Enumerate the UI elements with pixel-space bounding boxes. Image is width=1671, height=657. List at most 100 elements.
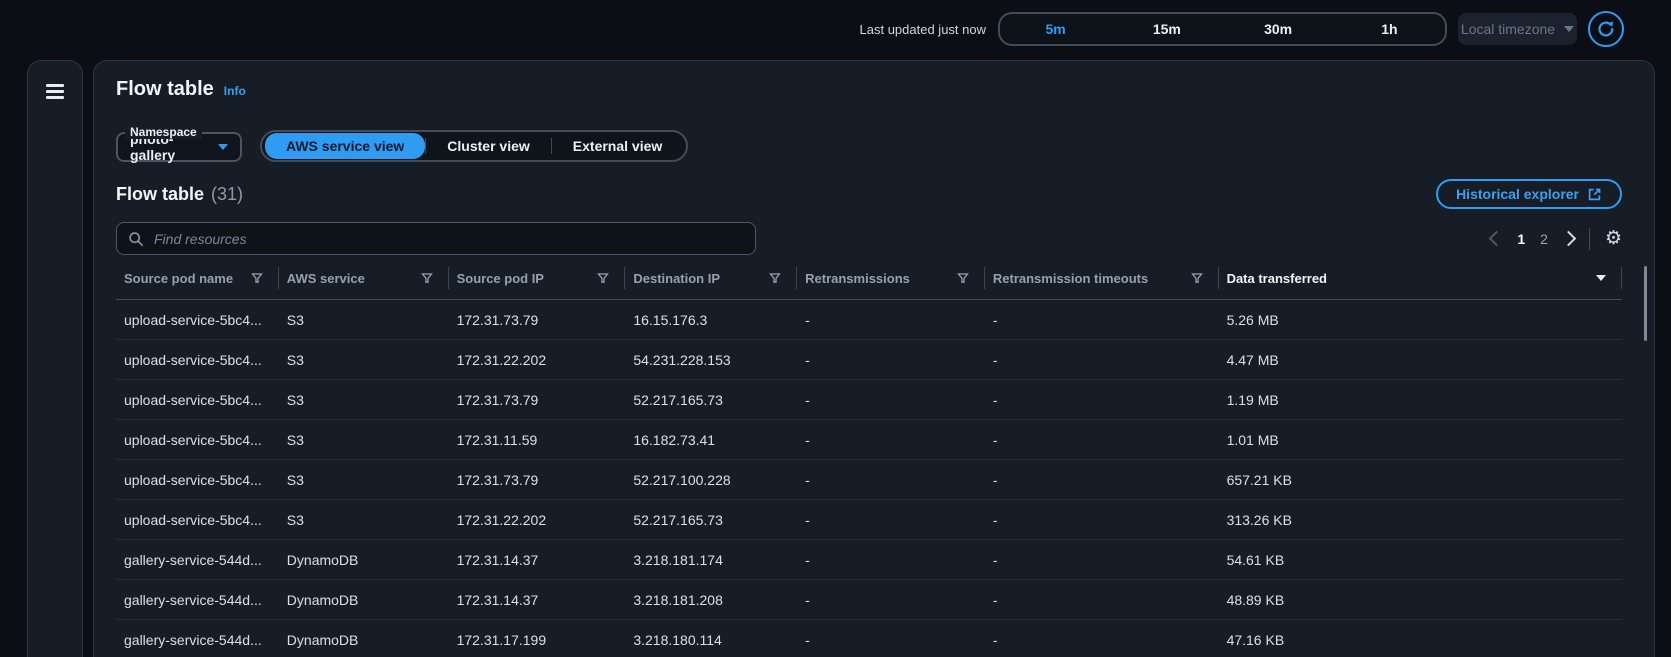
chevron-down-icon: [218, 144, 228, 150]
cell-source-pod-name: upload-service-5bc4...: [116, 392, 279, 408]
table-row[interactable]: gallery-service-544d...DynamoDB172.31.17…: [116, 620, 1622, 657]
table-row[interactable]: upload-service-5bc4...S3172.31.73.7952.2…: [116, 460, 1622, 500]
time-range-1h[interactable]: 1h: [1334, 14, 1445, 44]
column-header-aws-service[interactable]: AWS service: [279, 257, 449, 299]
cell-aws-service: S3: [279, 472, 449, 488]
cell-destination-ip: 52.217.165.73: [625, 512, 797, 528]
cell-retransmissions: -: [797, 352, 985, 368]
cell-retransmission-timeouts: -: [985, 312, 1219, 328]
flow-table-panel: Flow table Info Namespace photo-gallery …: [93, 60, 1655, 657]
cell-source-pod-name: upload-service-5bc4...: [116, 472, 279, 488]
table-row[interactable]: upload-service-5bc4...S3172.31.22.20254.…: [116, 340, 1622, 380]
page-1[interactable]: 1: [1517, 231, 1525, 247]
cell-retransmissions: -: [797, 592, 985, 608]
cell-source-pod-name: upload-service-5bc4...: [116, 312, 279, 328]
cell-source-pod-ip: 172.31.14.37: [449, 552, 626, 568]
refresh-icon: [1596, 19, 1616, 39]
cell-source-pod-name: gallery-service-544d...: [116, 592, 279, 608]
cell-source-pod-name: gallery-service-544d...: [116, 632, 279, 648]
historical-explorer-button[interactable]: Historical explorer: [1436, 179, 1622, 209]
cell-aws-service: S3: [279, 392, 449, 408]
table-row[interactable]: gallery-service-544d...DynamoDB172.31.14…: [116, 540, 1622, 580]
column-header-source-pod-ip[interactable]: Source pod IP: [449, 257, 626, 299]
time-range-30m[interactable]: 30m: [1223, 14, 1334, 44]
cell-aws-service: S3: [279, 312, 449, 328]
cell-destination-ip: 3.218.180.114: [625, 632, 797, 648]
menu-bar: [46, 90, 64, 93]
cell-retransmission-timeouts: -: [985, 632, 1219, 648]
panel-header: Flow table Info: [116, 78, 1622, 101]
column-header-destination-ip[interactable]: Destination IP: [625, 257, 797, 299]
view-tab-cluster-view[interactable]: Cluster view: [426, 134, 550, 158]
filter-icon: [597, 272, 609, 284]
previous-page-icon[interactable]: [1489, 231, 1505, 247]
page-numbers: 12: [1517, 231, 1548, 247]
search-input[interactable]: [152, 222, 755, 255]
controls-row: Namespace photo-gallery AWS service view…: [116, 128, 1622, 162]
column-header-data-transferred[interactable]: Data transferred: [1219, 257, 1622, 299]
time-range-15m[interactable]: 15m: [1111, 14, 1222, 44]
view-tab-external-view[interactable]: External view: [552, 134, 684, 158]
cell-source-pod-ip: 172.31.73.79: [449, 472, 626, 488]
cell-source-pod-name: upload-service-5bc4...: [116, 512, 279, 528]
table-row[interactable]: upload-service-5bc4...S3172.31.11.5916.1…: [116, 420, 1622, 460]
cell-source-pod-ip: 172.31.17.199: [449, 632, 626, 648]
next-page-icon[interactable]: [1561, 231, 1577, 247]
cell-retransmissions: -: [797, 312, 985, 328]
cell-retransmission-timeouts: -: [985, 432, 1219, 448]
refresh-button[interactable]: [1588, 11, 1624, 47]
external-link-icon: [1587, 187, 1602, 202]
cell-data-transferred: 313.26 KB: [1219, 512, 1622, 528]
cell-source-pod-ip: 172.31.22.202: [449, 512, 626, 528]
table-row[interactable]: gallery-service-544d...DynamoDB172.31.14…: [116, 580, 1622, 620]
menu-icon[interactable]: [46, 84, 64, 99]
column-header-label: Source pod IP: [457, 271, 544, 286]
cell-source-pod-ip: 172.31.14.37: [449, 592, 626, 608]
filter-icon: [957, 272, 969, 284]
cell-data-transferred: 1.19 MB: [1219, 392, 1622, 408]
table-row[interactable]: upload-service-5bc4...S3172.31.73.7952.2…: [116, 380, 1622, 420]
scrollbar-thumb[interactable]: [1644, 266, 1647, 341]
cell-retransmissions: -: [797, 552, 985, 568]
table-title-row: Flow table (31) Historical explorer: [116, 179, 1622, 209]
cell-destination-ip: 52.217.100.228: [625, 472, 797, 488]
cell-destination-ip: 3.218.181.208: [625, 592, 797, 608]
column-header-retransmissions[interactable]: Retransmissions: [797, 257, 985, 299]
cell-source-pod-ip: 172.31.22.202: [449, 352, 626, 368]
last-updated-text: Last updated just now: [860, 22, 986, 37]
cell-source-pod-name: upload-service-5bc4...: [116, 432, 279, 448]
table-body: upload-service-5bc4...S3172.31.73.7916.1…: [116, 300, 1622, 657]
column-header-source-pod-name[interactable]: Source pod name: [116, 257, 279, 299]
timezone-dropdown[interactable]: Local timezone: [1458, 13, 1577, 45]
cell-retransmissions: -: [797, 632, 985, 648]
table-row[interactable]: upload-service-5bc4...S3172.31.73.7916.1…: [116, 300, 1622, 340]
table-row[interactable]: upload-service-5bc4...S3172.31.22.20252.…: [116, 500, 1622, 540]
cell-destination-ip: 16.15.176.3: [625, 312, 797, 328]
sort-descending-icon: [1596, 275, 1606, 281]
flow-table: Source pod nameAWS service Source pod IP D…: [116, 257, 1622, 657]
cell-source-pod-ip: 172.31.73.79: [449, 312, 626, 328]
cell-data-transferred: 4.47 MB: [1219, 352, 1622, 368]
table-row-count: (31): [211, 184, 243, 205]
cell-retransmission-timeouts: -: [985, 472, 1219, 488]
cell-retransmissions: -: [797, 432, 985, 448]
column-header-retransmission-timeouts[interactable]: Retransmission timeouts: [985, 257, 1219, 299]
column-header-label: Retransmissions: [805, 271, 910, 286]
cell-data-transferred: 657.21 KB: [1219, 472, 1622, 488]
settings-gear-icon[interactable]: ⚙: [1605, 229, 1622, 248]
cell-retransmissions: -: [797, 392, 985, 408]
divider: [1589, 228, 1590, 250]
cell-data-transferred: 48.89 KB: [1219, 592, 1622, 608]
cell-source-pod-name: gallery-service-544d...: [116, 552, 279, 568]
filter-icon: [251, 272, 263, 284]
info-link[interactable]: Info: [224, 84, 246, 98]
filter-icon: [421, 272, 433, 284]
cell-retransmission-timeouts: -: [985, 512, 1219, 528]
cell-retransmission-timeouts: -: [985, 352, 1219, 368]
page-2[interactable]: 2: [1540, 231, 1548, 247]
search-box: [116, 222, 756, 255]
cell-destination-ip: 54.231.228.153: [625, 352, 797, 368]
time-range-5m[interactable]: 5m: [1000, 14, 1111, 44]
view-tab-aws-service-view[interactable]: AWS service view: [265, 133, 425, 159]
namespace-select[interactable]: Namespace photo-gallery: [116, 132, 242, 162]
